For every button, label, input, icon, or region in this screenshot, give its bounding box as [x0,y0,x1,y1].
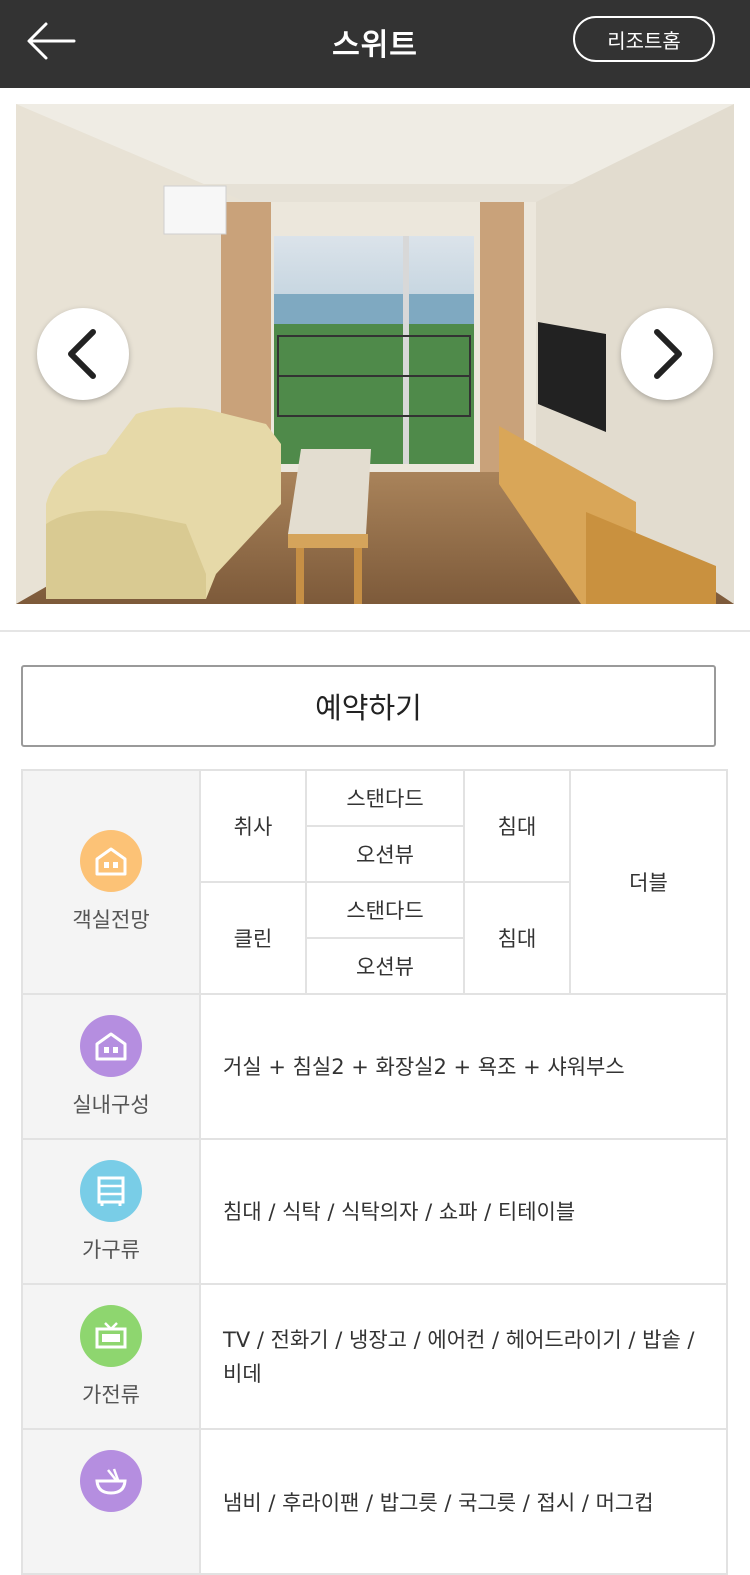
kitchen-value: 냄비 / 후라이팬 / 밥그릇 / 국그릇 / 접시 / 머그컵 [199,1428,728,1575]
appliance-label: 가전류 [82,1382,140,1407]
type-cooking: 취사 [199,769,307,883]
view-ocean: 오션뷰 [305,825,465,883]
room-info-table: 객실전망 취사 스탠다드 침대 더블 오션뷰 클린 스탠다드 침대 오션뷰 실내… [21,769,728,1575]
tv-icon [80,1304,142,1367]
appliance-value: TV / 전화기 / 냉장고 / 에어컨 / 헤어드라이기 / 밥솥 / 비데 [199,1283,728,1430]
back-arrow-icon [27,22,76,60]
reserve-button[interactable]: 예약하기 [21,665,716,747]
layout-label: 실내구성 [72,1092,150,1117]
room-view-category: 객실전망 [21,769,201,995]
layout-value: 거실 + 침실2 + 화장실2 + 욕조 + 샤워부스 [199,993,728,1140]
furniture-category: 가구류 [21,1138,201,1285]
house-icon [80,1014,142,1077]
next-photo-button[interactable] [621,308,713,400]
bed-cell: 침대 [463,881,571,995]
bed-type-cell: 더블 [569,769,728,995]
resort-home-button[interactable]: 리조트홈 [573,16,715,62]
type-clean: 클린 [199,881,307,995]
bed-cell: 침대 [463,769,571,883]
view-standard: 스탠다드 [305,769,465,827]
layout-category: 실내구성 [21,993,201,1140]
chevron-right-icon [654,329,682,379]
house-icon [80,830,142,892]
previous-photo-button[interactable] [37,308,129,400]
kitchen-category [21,1428,201,1575]
top-bar: 스위트 리조트홈 [0,0,750,88]
furniture-value: 침대 / 식탁 / 식탁의자 / 쇼파 / 티테이블 [199,1138,728,1285]
back-button[interactable] [22,18,82,64]
furniture-label: 가구류 [82,1237,140,1262]
chevron-left-icon [68,329,96,379]
appliance-category: 가전류 [21,1283,201,1430]
room-photo-slider[interactable] [16,104,734,604]
drawer-icon [80,1159,142,1222]
bowl-icon [80,1450,142,1512]
section-divider [0,630,750,632]
view-ocean: 오션뷰 [305,937,465,995]
room-view-label: 객실전망 [72,908,150,932]
view-standard: 스탠다드 [305,881,465,939]
